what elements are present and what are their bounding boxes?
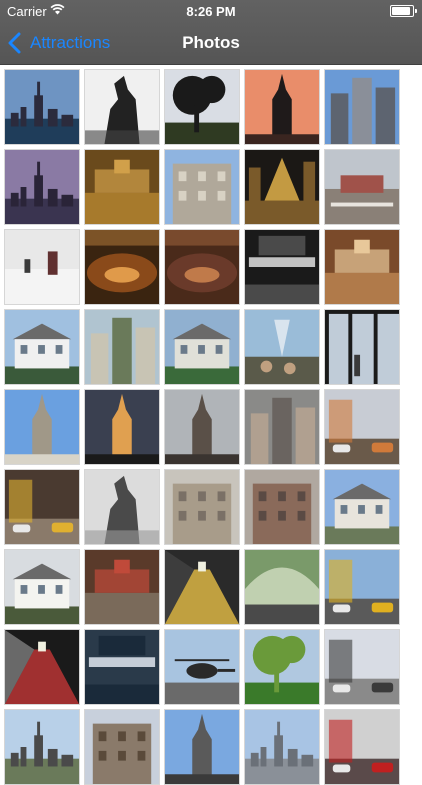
- photo-image: [245, 230, 319, 304]
- photo-thumbnail[interactable]: [324, 709, 400, 785]
- photo-thumbnail[interactable]: [244, 309, 320, 385]
- photo-image: [165, 310, 239, 384]
- photo-image: [165, 150, 239, 224]
- photo-thumbnail[interactable]: [84, 229, 160, 305]
- photo-image: [5, 230, 79, 304]
- battery-fill: [392, 7, 410, 15]
- photo-thumbnail[interactable]: [84, 309, 160, 385]
- photo-image: [85, 550, 159, 624]
- photo-image: [325, 470, 399, 544]
- photo-image: [165, 630, 239, 704]
- photo-image: [245, 390, 319, 464]
- photo-thumbnail[interactable]: [324, 69, 400, 145]
- photo-image: [165, 70, 239, 144]
- photo-image: [165, 550, 239, 624]
- status-bar: Carrier 8:26 PM: [0, 0, 422, 22]
- photo-thumbnail[interactable]: [244, 149, 320, 225]
- photo-thumbnail[interactable]: [4, 229, 80, 305]
- photo-thumbnail[interactable]: [244, 709, 320, 785]
- photo-thumbnail[interactable]: [164, 149, 240, 225]
- photo-thumbnail[interactable]: [4, 469, 80, 545]
- photo-image: [165, 710, 239, 784]
- photo-image: [245, 310, 319, 384]
- photo-thumbnail[interactable]: [164, 389, 240, 465]
- photo-image: [85, 710, 159, 784]
- photo-thumbnail[interactable]: [244, 389, 320, 465]
- photo-thumbnail[interactable]: [4, 389, 80, 465]
- photo-image: [5, 150, 79, 224]
- photo-thumbnail[interactable]: [84, 629, 160, 705]
- photo-image: [165, 470, 239, 544]
- photo-image: [165, 230, 239, 304]
- photo-thumbnail[interactable]: [324, 309, 400, 385]
- photo-image: [5, 390, 79, 464]
- photo-thumbnail[interactable]: [164, 629, 240, 705]
- photo-thumbnail[interactable]: [324, 469, 400, 545]
- photo-image: [85, 150, 159, 224]
- photo-image: [5, 550, 79, 624]
- photo-thumbnail[interactable]: [164, 709, 240, 785]
- photo-image: [325, 630, 399, 704]
- photo-thumbnail[interactable]: [244, 229, 320, 305]
- photo-thumbnail[interactable]: [4, 69, 80, 145]
- photo-thumbnail[interactable]: [4, 149, 80, 225]
- photo-image: [245, 70, 319, 144]
- photo-image: [5, 310, 79, 384]
- photo-image: [325, 310, 399, 384]
- photo-image: [85, 70, 159, 144]
- battery-icon: [390, 5, 417, 17]
- photo-image: [5, 470, 79, 544]
- page-title: Photos: [182, 33, 240, 52]
- navigation-bar: Attractions Photos: [0, 22, 422, 64]
- photo-image: [5, 630, 79, 704]
- photo-image: [5, 710, 79, 784]
- photo-image: [5, 70, 79, 144]
- photo-thumbnail[interactable]: [164, 469, 240, 545]
- photo-thumbnail[interactable]: [84, 709, 160, 785]
- status-time: 8:26 PM: [186, 4, 236, 19]
- photo-thumbnail[interactable]: [244, 69, 320, 145]
- photo-thumbnail[interactable]: [84, 549, 160, 625]
- photo-image: [325, 70, 399, 144]
- photo-thumbnail[interactable]: [4, 549, 80, 625]
- photo-thumbnail[interactable]: [84, 69, 160, 145]
- photo-image: [85, 230, 159, 304]
- photo-image: [325, 150, 399, 224]
- photo-thumbnail[interactable]: [324, 149, 400, 225]
- photo-image: [325, 230, 399, 304]
- photo-image: [325, 550, 399, 624]
- photo-thumbnail[interactable]: [324, 389, 400, 465]
- photo-image: [85, 630, 159, 704]
- photo-grid: [4, 69, 404, 785]
- photo-image: [245, 550, 319, 624]
- photo-thumbnail[interactable]: [84, 389, 160, 465]
- top-bar: Carrier 8:26 PM Attractions Photos: [0, 0, 422, 65]
- photo-thumbnail[interactable]: [84, 469, 160, 545]
- battery-tip: [415, 9, 417, 13]
- photo-image: [85, 470, 159, 544]
- photo-thumbnail[interactable]: [324, 229, 400, 305]
- photo-thumbnail[interactable]: [4, 709, 80, 785]
- photo-thumbnail[interactable]: [244, 629, 320, 705]
- photo-image: [245, 630, 319, 704]
- photo-thumbnail[interactable]: [164, 229, 240, 305]
- photo-thumbnail[interactable]: [84, 149, 160, 225]
- photo-thumbnail[interactable]: [324, 549, 400, 625]
- photo-image: [165, 390, 239, 464]
- photo-thumbnail[interactable]: [164, 549, 240, 625]
- photo-image: [325, 710, 399, 784]
- photo-thumbnail[interactable]: [244, 549, 320, 625]
- photo-image: [325, 390, 399, 464]
- photo-image: [85, 310, 159, 384]
- photo-thumbnail[interactable]: [324, 629, 400, 705]
- photo-thumbnail[interactable]: [164, 309, 240, 385]
- photo-image: [85, 390, 159, 464]
- photo-thumbnail[interactable]: [164, 69, 240, 145]
- photo-thumbnail[interactable]: [4, 309, 80, 385]
- photo-thumbnail[interactable]: [244, 469, 320, 545]
- photo-image: [245, 150, 319, 224]
- photo-thumbnail[interactable]: [4, 629, 80, 705]
- photo-image: [245, 470, 319, 544]
- photo-image: [245, 710, 319, 784]
